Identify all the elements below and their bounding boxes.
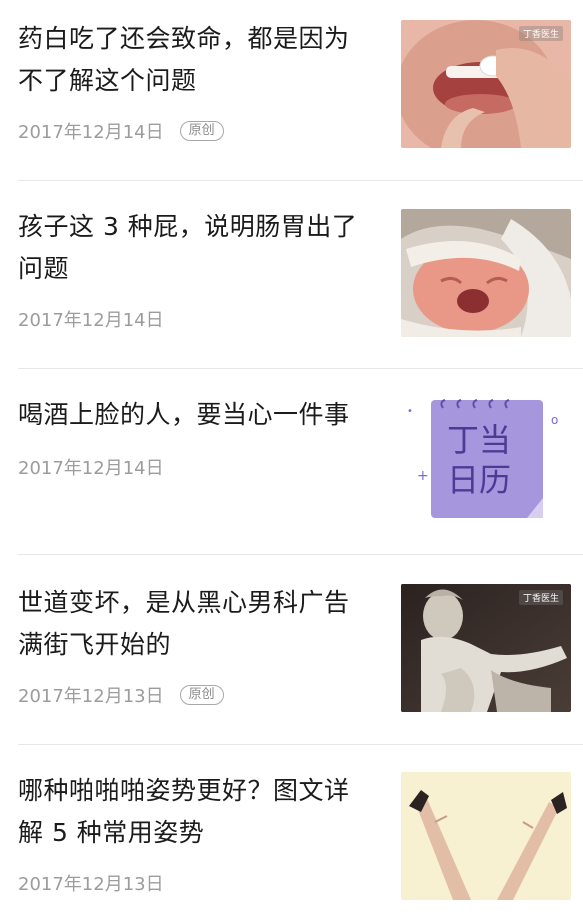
article-date: 2017年12月13日: [18, 686, 164, 707]
divider: [18, 368, 583, 369]
original-badge: 原创: [179, 121, 224, 141]
article-item-1[interactable]: 药白吃了还会致命，都是因为 不了解这个问题 2017年12月14日 原创 丁香医…: [0, 18, 583, 178]
article-item-4[interactable]: 世道变坏，是从黑心男科广告 满街飞开始的 2017年12月13日 原创 丁香医生: [0, 582, 583, 742]
article-item-2[interactable]: 孩子这 3 种屁，说明肠胃出了 问题 2017年12月14日: [0, 206, 583, 366]
article-meta: 2017年12月14日 原创: [18, 118, 224, 144]
svg-text:+: +: [417, 468, 429, 484]
divider: [18, 554, 583, 555]
calendar-logo-image[interactable]: + o • 丁当 日历: [401, 394, 571, 522]
article-date: 2017年12月14日: [18, 122, 164, 143]
svg-text:o: o: [551, 413, 558, 427]
article-meta: 2017年12月14日: [18, 454, 164, 480]
statue-image[interactable]: 丁香医生: [401, 584, 571, 712]
svg-text:•: •: [407, 406, 413, 417]
article-item-5[interactable]: 哪种啪啪啪姿势更好？图文详 解 5 种常用姿势 2017年12月13日: [0, 770, 583, 918]
pill-in-mouth-image[interactable]: 丁香医生: [401, 20, 571, 148]
article-meta: 2017年12月13日: [18, 870, 164, 896]
crying-baby-image[interactable]: [401, 209, 571, 337]
watermark: 丁香医生: [518, 26, 563, 41]
article-title[interactable]: 孩子这 3 种屁，说明肠胃出了 问题: [18, 206, 388, 290]
article-title[interactable]: 药白吃了还会致命，都是因为 不了解这个问题: [18, 18, 388, 102]
legs-image[interactable]: [401, 772, 571, 900]
article-date: 2017年12月14日: [18, 310, 164, 331]
article-title[interactable]: 世道变坏，是从黑心男科广告 满街飞开始的: [18, 582, 388, 666]
article-item-3[interactable]: 喝酒上脸的人，要当心一件事 2017年12月14日 + o • 丁当 日历: [0, 394, 583, 550]
article-meta: 2017年12月13日 原创: [18, 682, 224, 708]
article-meta: 2017年12月14日: [18, 306, 164, 332]
article-title[interactable]: 喝酒上脸的人，要当心一件事: [18, 394, 388, 436]
article-date: 2017年12月13日: [18, 874, 164, 895]
article-title[interactable]: 哪种啪啪啪姿势更好？图文详 解 5 种常用姿势: [18, 770, 388, 854]
article-list: 药白吃了还会致命，都是因为 不了解这个问题 2017年12月14日 原创 丁香医…: [0, 0, 583, 918]
original-badge: 原创: [179, 685, 224, 705]
calendar-logo-text: 丁当 日历: [447, 421, 512, 499]
article-date: 2017年12月14日: [18, 458, 164, 479]
watermark: 丁香医生: [518, 590, 563, 605]
divider: [18, 744, 583, 745]
divider: [18, 180, 583, 181]
